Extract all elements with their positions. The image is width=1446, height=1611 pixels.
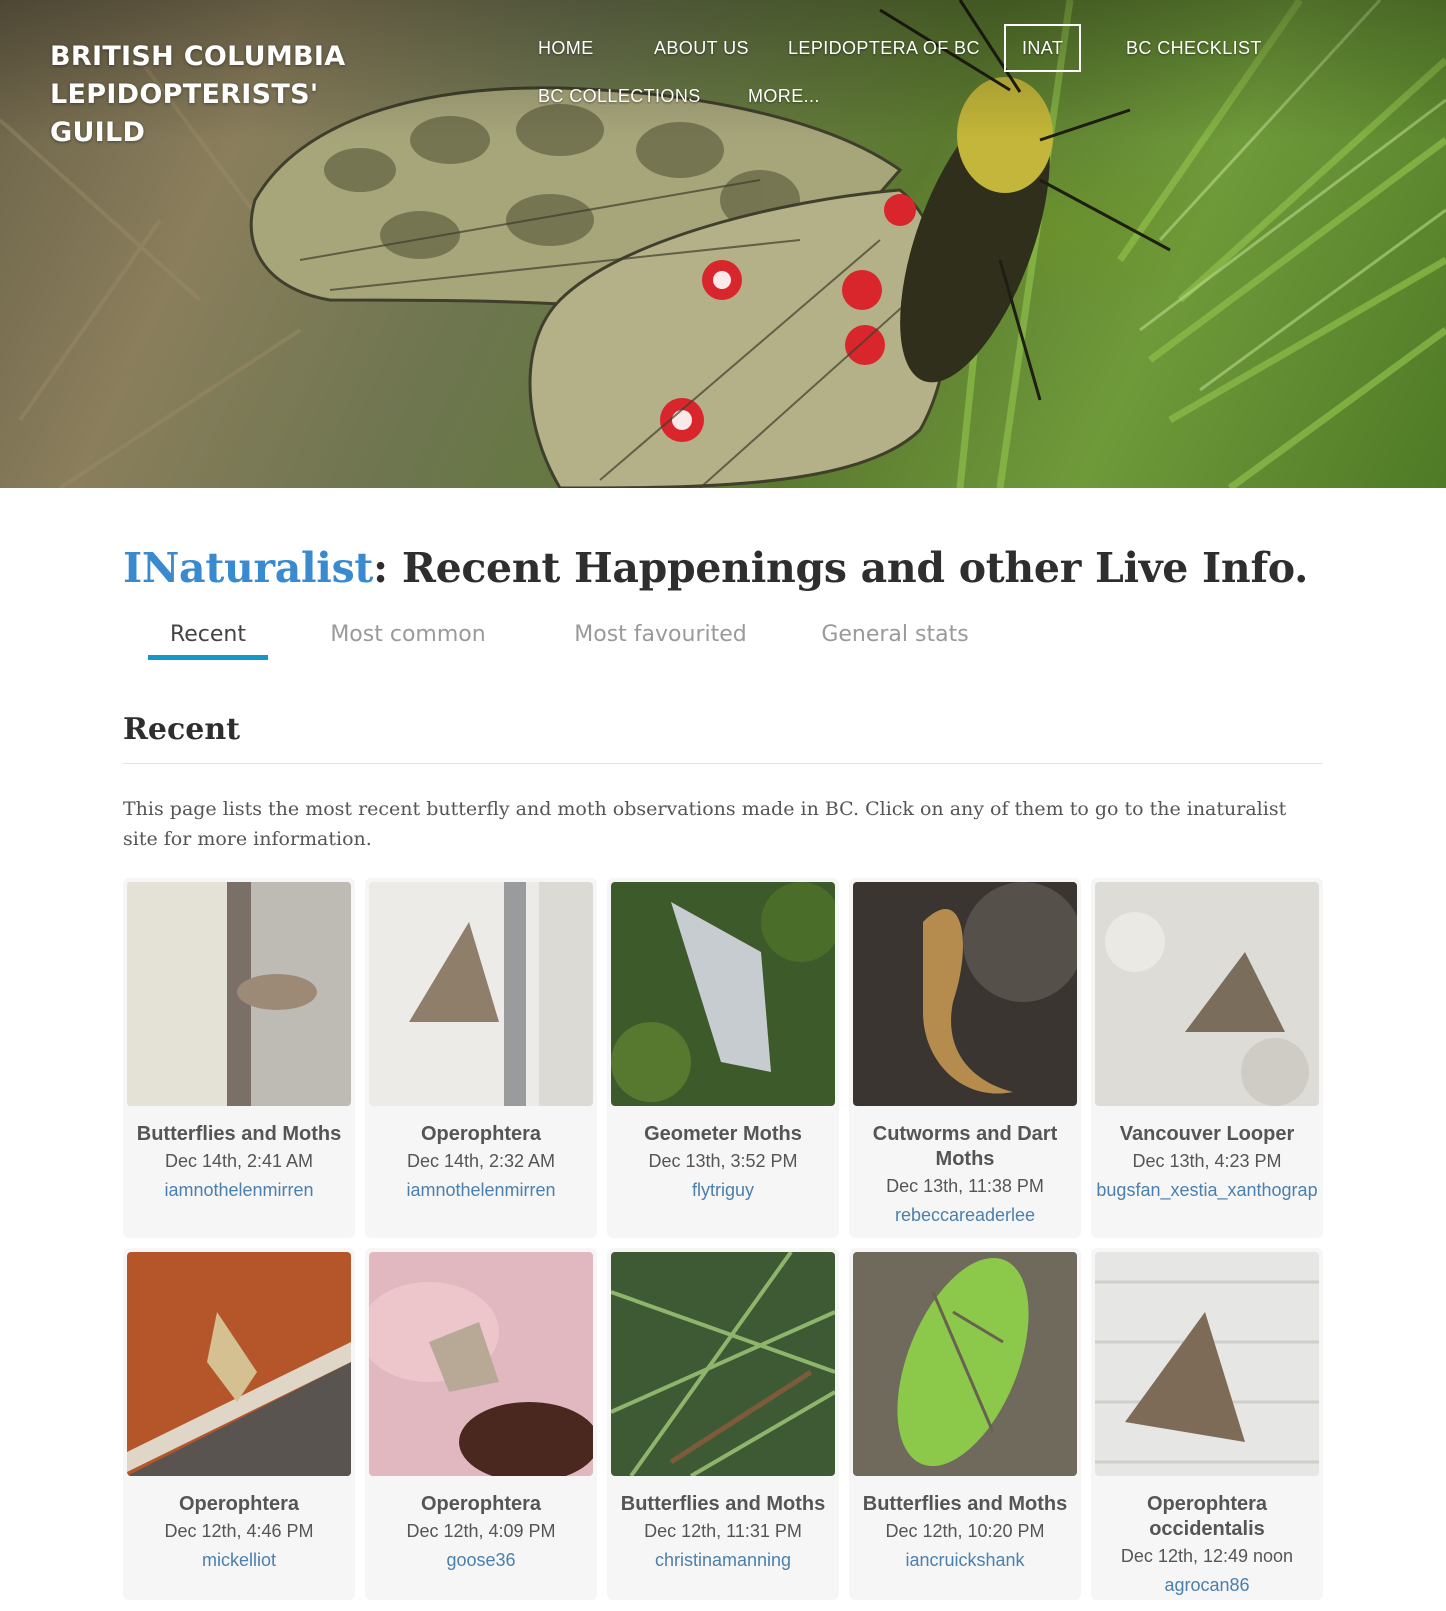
observation-meta: Operophtera occidentalis Dec 12th, 12:49…	[1091, 1492, 1323, 1598]
observation-photo[interactable]	[1095, 1252, 1319, 1476]
observation-meta: Operophtera Dec 12th, 4:09 PM goose36	[365, 1492, 597, 1573]
observation-user-link[interactable]: rebeccareaderlee	[849, 1202, 1081, 1228]
observation-user-link[interactable]: christinamanning	[607, 1547, 839, 1573]
observation-taxon: Operophtera	[420, 1493, 542, 1515]
observation-date: Dec 12th, 11:31 PM	[644, 1521, 802, 1541]
observation-date: Dec 12th, 10:20 PM	[885, 1521, 1045, 1541]
site-title[interactable]: BRITISH COLUMBIA LEPIDOPTERISTS' GUILD	[50, 38, 410, 152]
intro-text: This page lists the most recent butterfl…	[123, 798, 1287, 850]
observation-date: Dec 12th, 4:09 PM	[406, 1521, 556, 1541]
section-title: Recent	[123, 712, 241, 747]
observation-taxon: Operophtera	[178, 1493, 300, 1515]
observation-meta: Vancouver Looper Dec 13th, 4:23 PM bugsf…	[1091, 1122, 1323, 1203]
observation-user-link[interactable]: mickelliot	[123, 1547, 355, 1573]
observation-user-link[interactable]: agrocan86	[1091, 1572, 1323, 1598]
page-heading: INaturalist: Recent Happenings and other…	[123, 544, 1323, 592]
observation-meta: Butterflies and Moths Dec 12th, 10:20 PM…	[849, 1492, 1081, 1573]
nav-bc-checklist[interactable]: BC CHECKLIST	[1110, 24, 1278, 72]
site-title-line1: BRITISH COLUMBIA	[50, 41, 346, 72]
observation-card[interactable]: Operophtera Dec 12th, 4:09 PM goose36	[365, 1248, 597, 1600]
nav-inat[interactable]: INAT	[1004, 24, 1082, 72]
nav-bc-collections[interactable]: BC COLLECTIONS	[522, 72, 717, 120]
observation-date: Dec 13th, 4:23 PM	[1132, 1151, 1282, 1171]
observation-taxon: Geometer Moths	[644, 1123, 802, 1145]
observation-photo[interactable]	[611, 882, 835, 1106]
observation-date: Dec 12th, 4:46 PM	[164, 1521, 314, 1541]
heading-rest: : Recent Happenings and other Live Info.	[373, 544, 1309, 592]
observation-photo[interactable]	[127, 882, 351, 1106]
observation-taxon: Butterflies and Moths	[862, 1493, 1068, 1515]
observation-photo[interactable]	[369, 1252, 593, 1476]
observation-card[interactable]: Cutworms and Dart Moths Dec 13th, 11:38 …	[849, 878, 1081, 1238]
observation-taxon: Operophtera	[420, 1123, 542, 1145]
nav-lepidoptera-of-bc[interactable]: LEPIDOPTERA OF BC	[772, 24, 996, 72]
observation-photo[interactable]	[611, 1252, 835, 1476]
observation-taxon: Cutworms and Dart Moths	[872, 1123, 1058, 1170]
observation-meta: Geometer Moths Dec 13th, 3:52 PM flytrig…	[607, 1122, 839, 1203]
observation-taxon: Operophtera occidentalis	[1146, 1493, 1268, 1540]
observation-card[interactable]: Geometer Moths Dec 13th, 3:52 PM flytrig…	[607, 878, 839, 1238]
observation-card[interactable]: Butterflies and Moths Dec 12th, 11:31 PM…	[607, 1248, 839, 1600]
nav-more[interactable]: MORE...	[732, 72, 836, 120]
observation-taxon: Butterflies and Moths	[136, 1123, 342, 1145]
observation-user-link[interactable]: iamnothelenmirren	[365, 1177, 597, 1203]
section-divider	[123, 763, 1323, 764]
observation-card[interactable]: Butterflies and Moths Dec 12th, 10:20 PM…	[849, 1248, 1081, 1600]
observation-meta: Butterflies and Moths Dec 12th, 11:31 PM…	[607, 1492, 839, 1573]
observation-date: Dec 12th, 12:49 noon	[1120, 1546, 1294, 1566]
observation-photo[interactable]	[369, 882, 593, 1106]
observation-taxon: Butterflies and Moths	[620, 1493, 826, 1515]
observation-card[interactable]: Operophtera occidentalis Dec 12th, 12:49…	[1091, 1248, 1323, 1600]
observation-meta: Butterflies and Moths Dec 14th, 2:41 AM …	[123, 1122, 355, 1203]
observation-date: Dec 14th, 2:32 AM	[406, 1151, 556, 1171]
tab-most-favourited[interactable]: Most favourited	[568, 616, 753, 666]
observation-date: Dec 13th, 3:52 PM	[648, 1151, 798, 1171]
nav-about-us[interactable]: ABOUT US	[638, 24, 765, 72]
observation-user-link[interactable]: iamnothelenmirren	[123, 1177, 355, 1203]
observation-card[interactable]: Operophtera Dec 12th, 4:46 PM mickelliot	[123, 1248, 355, 1600]
observation-user-link[interactable]: iancruickshank	[849, 1547, 1081, 1573]
observation-user-link[interactable]: bugsfan_xestia_xanthograp	[1091, 1177, 1323, 1203]
observation-card[interactable]: Vancouver Looper Dec 13th, 4:23 PM bugsf…	[1091, 878, 1323, 1238]
observation-photo[interactable]	[853, 882, 1077, 1106]
tab-general-stats[interactable]: General stats	[820, 616, 970, 666]
observation-date: Dec 14th, 2:41 AM	[164, 1151, 314, 1171]
observation-photo[interactable]	[853, 1252, 1077, 1476]
tab-bar: Recent Most common Most favourited Gener…	[123, 616, 1323, 666]
observation-meta: Operophtera Dec 14th, 2:32 AM iamnothele…	[365, 1122, 597, 1203]
observation-card[interactable]: Butterflies and Moths Dec 14th, 2:41 AM …	[123, 878, 355, 1238]
hero-banner: BRITISH COLUMBIA LEPIDOPTERISTS' GUILD H…	[0, 0, 1446, 488]
site-title-line2: LEPIDOPTERISTS' GUILD	[50, 79, 319, 148]
tab-recent[interactable]: Recent	[148, 616, 268, 666]
observation-photo[interactable]	[127, 1252, 351, 1476]
observation-user-link[interactable]: flytriguy	[607, 1177, 839, 1203]
observation-meta: Operophtera Dec 12th, 4:46 PM mickelliot	[123, 1492, 355, 1573]
heading-brand: INaturalist	[123, 544, 374, 592]
observation-photo[interactable]	[1095, 882, 1319, 1106]
observation-card[interactable]: Operophtera Dec 14th, 2:32 AM iamnothele…	[365, 878, 597, 1238]
observation-date: Dec 13th, 11:38 PM	[886, 1176, 1044, 1196]
nav-home[interactable]: HOME	[522, 24, 610, 72]
observation-user-link[interactable]: goose36	[365, 1547, 597, 1573]
observation-meta: Cutworms and Dart Moths Dec 13th, 11:38 …	[849, 1122, 1081, 1228]
observation-taxon: Vancouver Looper	[1119, 1123, 1295, 1145]
tab-most-common[interactable]: Most common	[328, 616, 488, 666]
